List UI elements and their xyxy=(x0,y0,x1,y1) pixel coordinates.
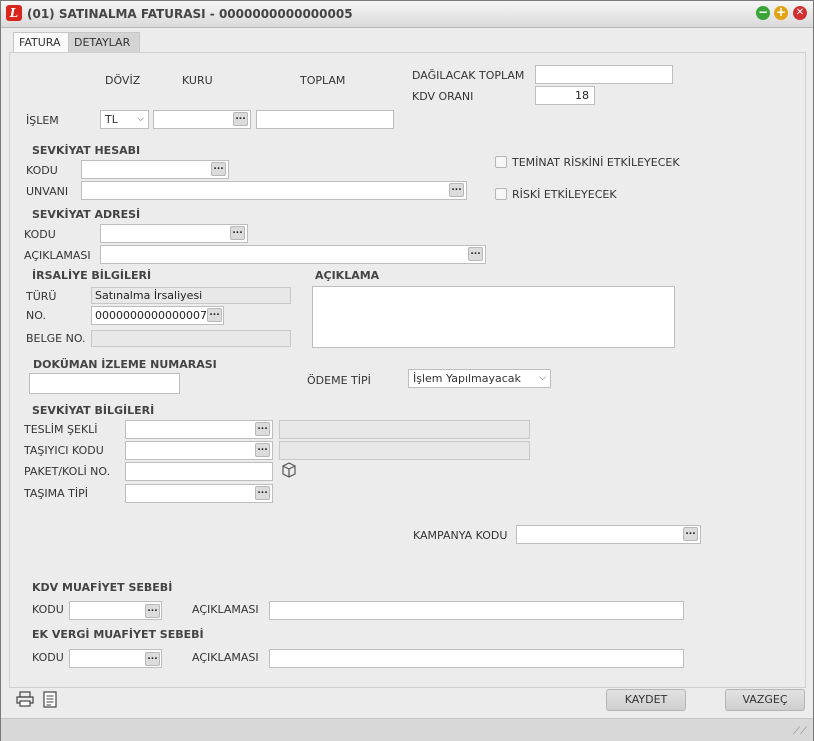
teslim-sekli-input[interactable] xyxy=(125,420,273,439)
irsaliye-header: İRSALİYE BİLGİLERİ xyxy=(32,269,152,282)
ek-vergi-kodu-lookup[interactable]: ... xyxy=(145,652,160,666)
sevkiyat-hesabi-kodu-label: KODU xyxy=(26,164,58,177)
toplam-input[interactable] xyxy=(256,110,394,129)
sevkiyat-bilgileri-header: SEVKİYAT BİLGİLERİ xyxy=(32,404,155,417)
sevkiyat-hesabi-unvani-lookup[interactable]: ... xyxy=(449,183,464,197)
sevkiyat-adresi-header: SEVKİYAT ADRESİ xyxy=(32,208,141,221)
sevkiyat-adresi-kodu-label: KODU xyxy=(24,228,56,241)
islem-label: İŞLEM xyxy=(26,114,59,127)
sevkiyat-adresi-kodu-input[interactable] xyxy=(100,224,248,243)
teminat-checkbox[interactable] xyxy=(495,156,507,168)
risk-checkbox[interactable] xyxy=(495,188,507,200)
tasiyici-kodu-lookup[interactable]: ... xyxy=(255,443,270,457)
kdv-muafiyet-kodu-label: KODU xyxy=(32,603,64,616)
chevron-down-icon: ⌵ xyxy=(539,373,546,383)
window-title: (01) SATINALMA FATURASI - 00000000000000… xyxy=(27,7,353,21)
teminat-label: TEMİNAT RİSKİNİ ETKİLEYECEK xyxy=(512,156,680,169)
irsaliye-belge-label: BELGE NO. xyxy=(26,332,86,345)
kuru-lookup-button[interactable]: ... xyxy=(233,112,248,126)
ek-vergi-kodu-label: KODU xyxy=(32,651,64,664)
cancel-button[interactable]: VAZGEÇ xyxy=(725,689,805,711)
irsaliye-belge-field xyxy=(91,330,291,347)
teslim-sekli-label: TESLİM ŞEKLİ xyxy=(24,423,98,436)
irsaliye-no-lookup[interactable]: ... xyxy=(207,308,222,322)
status-bar: ⟋⟋ xyxy=(1,718,813,741)
kdv-muafiyet-aciklama-label: AÇIKLAMASI xyxy=(192,603,259,616)
resize-grip-icon[interactable]: ⟋⟋ xyxy=(793,726,807,737)
fatura-panel: DÖVİZ KURU TOPLAM İŞLEM TL ⌵ ... DAĞILAC… xyxy=(9,52,806,688)
irsaliye-turu-label: TÜRÜ xyxy=(26,290,57,303)
kdv-muafiyet-kodu-lookup[interactable]: ... xyxy=(145,604,160,618)
maximize-button[interactable]: + xyxy=(774,6,788,20)
kampanya-kodu-label: KAMPANYA KODU xyxy=(413,529,508,542)
odeme-tipi-select[interactable]: İşlem Yapılmayacak ⌵ xyxy=(408,369,551,388)
teslim-sekli-desc xyxy=(279,420,530,439)
title-bar: L (01) SATINALMA FATURASI - 000000000000… xyxy=(1,1,813,28)
dagilacak-input[interactable] xyxy=(535,65,673,84)
tasiyici-kodu-label: TAŞIYICI KODU xyxy=(24,444,104,457)
paket-koli-input[interactable] xyxy=(125,462,273,481)
irsaliye-no-input[interactable]: 0000000000000007 xyxy=(91,306,224,325)
tasima-tipi-label: TAŞIMA TİPİ xyxy=(24,487,88,500)
odeme-tipi-label: ÖDEME TİPİ xyxy=(307,374,371,387)
aciklama-header: AÇIKLAMA xyxy=(315,269,380,282)
kampanya-kodu-input[interactable] xyxy=(516,525,701,544)
sevkiyat-hesabi-unvani-input[interactable] xyxy=(81,181,467,200)
irsaliye-no-label: NO. xyxy=(26,309,46,322)
dokuman-header: DOKÜMAN İZLEME NUMARASI xyxy=(33,358,217,371)
ek-vergi-aciklama-input[interactable] xyxy=(269,649,684,668)
aciklama-textarea[interactable] xyxy=(312,286,675,348)
odeme-tipi-value: İşlem Yapılmayacak xyxy=(413,372,521,385)
kdv-orani-input[interactable]: 18 xyxy=(535,86,595,105)
tab-detaylar[interactable]: DETAYLAR xyxy=(68,32,140,52)
teslim-sekli-lookup[interactable]: ... xyxy=(255,422,270,436)
kdv-muafiyet-aciklama-input[interactable] xyxy=(269,601,684,620)
doviz-value: TL xyxy=(105,113,118,126)
toplam-label: TOPLAM xyxy=(300,74,346,87)
document-icon[interactable] xyxy=(43,691,57,712)
doviz-select[interactable]: TL ⌵ xyxy=(100,110,149,129)
sevkiyat-hesabi-kodu-input[interactable] xyxy=(81,160,229,179)
kuru-label: KURU xyxy=(182,74,213,87)
dagilacak-label: DAĞILACAK TOPLAM xyxy=(412,69,525,82)
risk-label: RİSKİ ETKİLEYECEK xyxy=(512,188,617,201)
paket-koli-label: PAKET/KOLİ NO. xyxy=(24,465,111,478)
doviz-label: DÖVİZ xyxy=(105,74,141,87)
chevron-down-icon: ⌵ xyxy=(137,114,144,124)
dokuman-input[interactable] xyxy=(29,373,180,394)
sevkiyat-hesabi-header: SEVKİYAT HESABI xyxy=(32,144,141,157)
save-button[interactable]: KAYDET xyxy=(606,689,686,711)
sevkiyat-adresi-aciklama-input[interactable] xyxy=(100,245,486,264)
sevkiyat-hesabi-kodu-lookup[interactable]: ... xyxy=(211,162,226,176)
minimize-button[interactable]: − xyxy=(756,6,770,20)
kdv-muafiyet-header: KDV MUAFİYET SEBEBİ xyxy=(32,581,173,594)
printer-icon[interactable] xyxy=(16,691,34,711)
tasiyici-kodu-desc xyxy=(279,441,530,460)
package-icon[interactable] xyxy=(281,462,297,482)
ek-vergi-header: EK VERGİ MUAFİYET SEBEBİ xyxy=(32,628,204,641)
ek-vergi-aciklama-label: AÇIKLAMASI xyxy=(192,651,259,664)
close-button[interactable]: ✕ xyxy=(793,6,807,20)
kdv-orani-label: KDV ORANI xyxy=(412,90,474,103)
invoice-window: L (01) SATINALMA FATURASI - 000000000000… xyxy=(0,0,814,741)
tasima-tipi-input[interactable] xyxy=(125,484,273,503)
sevkiyat-adresi-aciklama-lookup[interactable]: ... xyxy=(468,247,483,261)
sevkiyat-adresi-kodu-lookup[interactable]: ... xyxy=(230,226,245,240)
sevkiyat-hesabi-unvani-label: UNVANI xyxy=(26,185,69,198)
kampanya-kodu-lookup[interactable]: ... xyxy=(683,527,698,541)
tab-fatura[interactable]: FATURA xyxy=(13,32,70,52)
irsaliye-turu-field: Satınalma İrsaliyesi xyxy=(91,287,291,304)
sevkiyat-adresi-aciklama-label: AÇIKLAMASI xyxy=(24,249,91,262)
app-logo-icon: L xyxy=(6,5,22,21)
tasiyici-kodu-input[interactable] xyxy=(125,441,273,460)
tasima-tipi-lookup[interactable]: ... xyxy=(255,486,270,500)
